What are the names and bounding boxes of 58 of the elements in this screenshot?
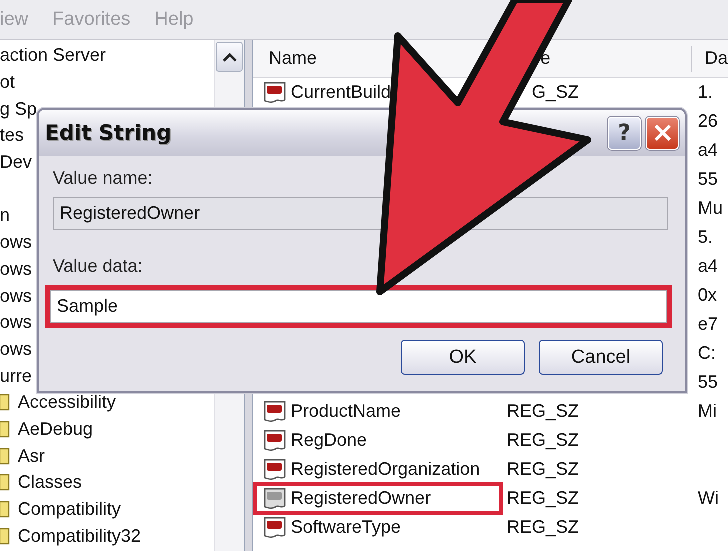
type-cell: REG_SZ [506, 459, 579, 480]
field-label: Value data: [53, 256, 144, 277]
tree-item[interactable]: action Server [0, 44, 106, 66]
data-cell: 1. [698, 82, 714, 103]
tree-item[interactable]: ows [0, 258, 32, 280]
tree-item[interactable]: ows [0, 284, 32, 307]
tree-item[interactable]: ows [0, 231, 32, 254]
help-button[interactable]: ? [608, 116, 641, 150]
tree-item[interactable]: n [0, 204, 10, 226]
folder-icon [0, 393, 10, 412]
dialog-button[interactable]: OK [401, 340, 525, 375]
scroll-up-button[interactable] [216, 42, 243, 72]
data-cell: Wi [698, 488, 719, 509]
folder-icon [0, 420, 10, 438]
tree-item[interactable]: urre [0, 364, 32, 387]
column-header[interactable]: e [540, 48, 551, 69]
chevron-up-icon [222, 52, 236, 62]
type-cell: REG_SZ [506, 430, 579, 451]
data-cell: 0x [698, 285, 718, 306]
data-cell: Mi [698, 401, 717, 422]
data-cell: e7 [698, 314, 718, 335]
value-data-field[interactable]: Sample [50, 290, 667, 323]
close-button[interactable] [646, 116, 679, 150]
folder-icon [0, 473, 10, 492]
tree-item[interactable]: g Sp [0, 98, 38, 120]
close-icon [652, 123, 672, 143]
tree-item[interactable]: tes [0, 124, 24, 146]
tree-item[interactable]: ows [0, 338, 32, 360]
dialog-button[interactable]: Cancel [539, 340, 663, 375]
tree-item[interactable]: Compatibility [18, 498, 122, 520]
folder-icon [0, 500, 10, 518]
tree-item[interactable]: ot [0, 71, 16, 94]
dialog-title: Edit String [45, 121, 173, 145]
tree-item[interactable]: Classes [18, 471, 82, 494]
type-cell: REG_SZ [506, 401, 579, 422]
data-cell: 5. [698, 227, 714, 248]
type-cell: REG_SZ [506, 517, 579, 538]
column-header[interactable]: Name [269, 48, 318, 69]
data-cell: 55 [698, 372, 718, 393]
data-cell: 55 [698, 169, 718, 190]
data-cell: 26 [698, 111, 718, 132]
data-cell: a4 [698, 256, 718, 277]
tree-item[interactable]: ows [0, 311, 32, 334]
tree-item[interactable]: AeDebug [18, 418, 94, 440]
folder-icon [0, 526, 10, 545]
data-cell: Mu [698, 198, 724, 219]
tree-item[interactable]: Accessibility [18, 391, 116, 414]
data-cell: a4 [698, 140, 718, 161]
field-label: Value name: [53, 168, 154, 189]
tree-item[interactable]: Asr [18, 444, 45, 467]
data-cell: C: [698, 343, 716, 364]
tree-item[interactable]: Compatibility32 [18, 524, 142, 547]
value-name-cell[interactable]: RegisteredOwner [253, 482, 503, 515]
column-header[interactable]: Da [704, 48, 728, 69]
folder-icon [0, 446, 10, 465]
type-cell: REG_SZ [506, 488, 579, 509]
type-cell: G_SZ [532, 82, 579, 103]
tree-item[interactable]: Dev [0, 151, 32, 174]
